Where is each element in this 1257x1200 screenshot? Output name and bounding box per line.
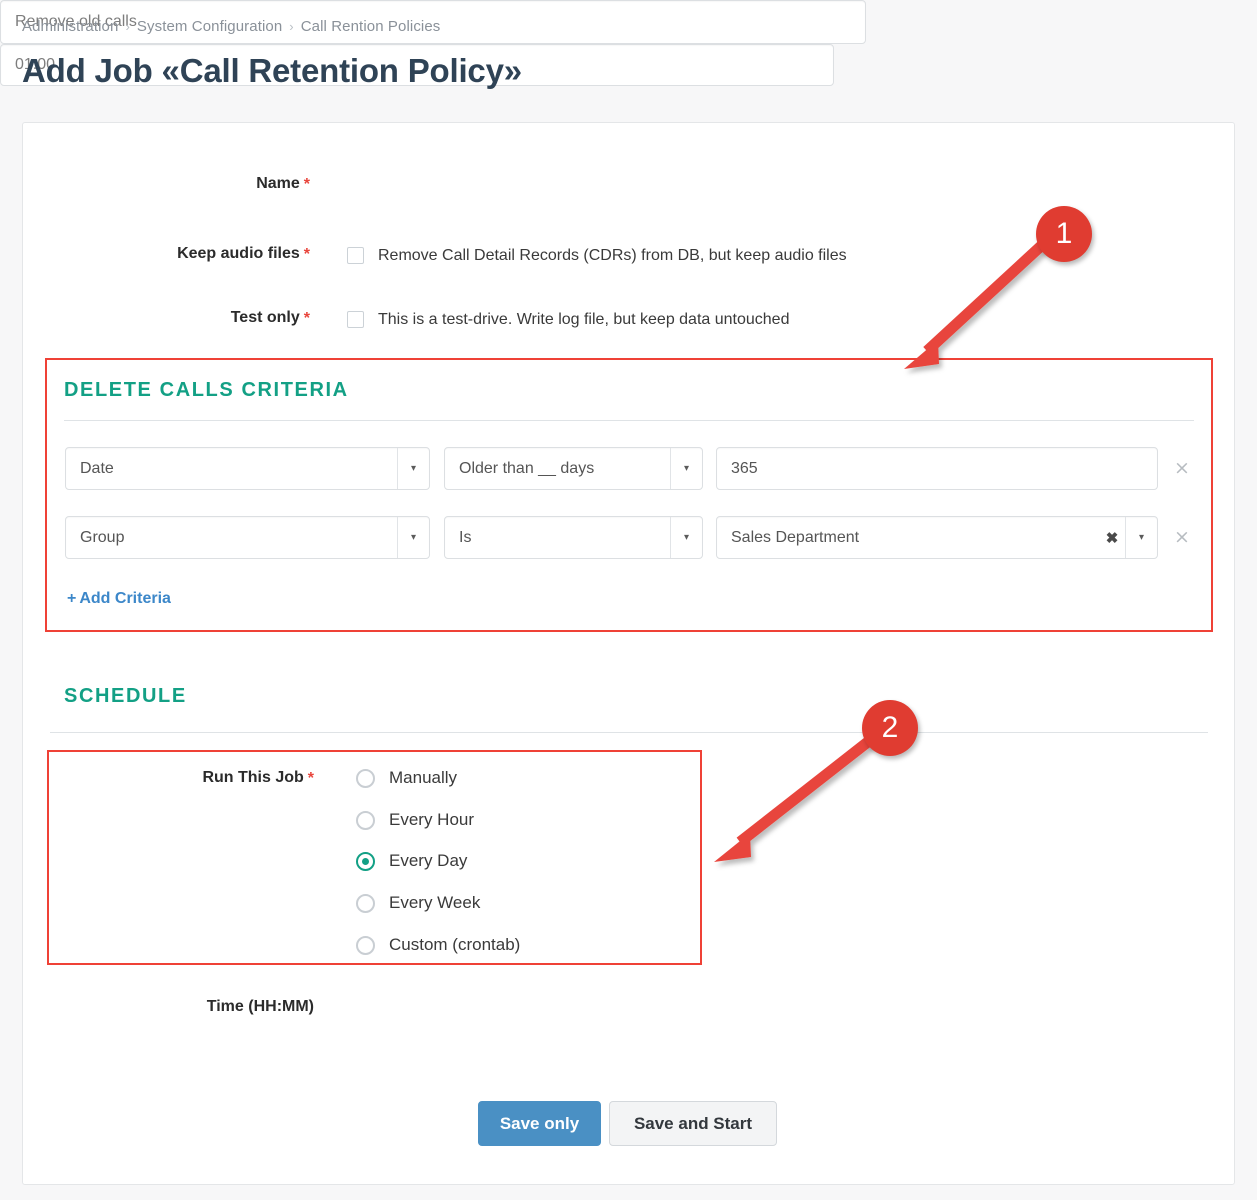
criteria-operator-select-1[interactable]: Is ▾: [444, 516, 703, 559]
save-only-button[interactable]: Save only: [478, 1101, 601, 1146]
test-only-checkbox-label: This is a test-drive. Write log file, bu…: [378, 311, 790, 328]
keep-audio-files-label: Keep audio files: [177, 245, 300, 262]
schedule-heading: SCHEDULE: [64, 685, 187, 707]
criteria-operator-select-0[interactable]: Older than __ days ▾: [444, 447, 703, 490]
page-root: Administration › System Configuration › Call…: [0, 0, 1257, 1200]
chevron-down-icon[interactable]: ▾: [397, 517, 429, 558]
name-required-marker: *: [303, 176, 310, 193]
radio-option-every-week[interactable]: Every Week: [356, 893, 480, 913]
criteria-heading-divider: [64, 420, 1194, 421]
criteria-value-text-1: Sales Department: [731, 528, 860, 546]
test-only-checkbox[interactable]: [347, 311, 364, 328]
criteria-value-input-0[interactable]: 365: [716, 447, 1158, 490]
breadcrumb-item-system-configuration[interactable]: System Configuration: [137, 18, 282, 35]
radio-manually[interactable]: [356, 768, 375, 788]
time-label: Time (HH:MM): [206, 998, 314, 1015]
annotation-callout-2: 2: [862, 700, 918, 756]
breadcrumb: Administration › System Configuration › Call…: [22, 18, 440, 35]
chevron-down-icon[interactable]: ▾: [670, 448, 702, 489]
field-row-time: Time (HH:MM): [60, 999, 314, 1015]
radio-option-custom-crontab[interactable]: Custom (crontab): [356, 935, 520, 955]
chevron-down-icon[interactable]: ▾: [670, 517, 702, 558]
keep-audio-files-required-marker: *: [303, 246, 310, 263]
radio-custom-crontab[interactable]: [356, 935, 375, 955]
annotation-callout-1: 1: [1036, 206, 1092, 262]
radio-label-manually: Manually: [389, 768, 458, 787]
criteria-field-value-1: Group: [80, 528, 125, 546]
name-label: Name: [256, 175, 300, 192]
criteria-remove-button-0[interactable]: ×: [1174, 459, 1190, 478]
criteria-value-text-0: 365: [731, 459, 758, 477]
criteria-field-value-0: Date: [80, 459, 114, 477]
add-criteria-button[interactable]: + Add Criteria: [67, 590, 171, 608]
schedule-heading-divider: [50, 732, 1208, 733]
radio-option-every-hour[interactable]: Every Hour: [356, 810, 474, 830]
save-only-label: Save only: [499, 1113, 580, 1133]
criteria-operator-value-1: Is: [459, 528, 472, 546]
criteria-field-select-0[interactable]: Date ▾: [65, 447, 430, 490]
breadcrumb-separator-icon: ›: [125, 19, 130, 34]
breadcrumb-item-administration[interactable]: Administration: [22, 18, 118, 35]
plus-icon: +: [67, 590, 77, 607]
field-row-name: Name *: [130, 176, 310, 194]
radio-label-every-hour: Every Hour: [389, 810, 475, 829]
breadcrumb-item-call-retention-policies[interactable]: Call Rention Policies: [301, 18, 441, 35]
radio-option-every-day[interactable]: Every Day: [356, 851, 467, 871]
radio-every-week[interactable]: [356, 893, 375, 913]
radio-every-day[interactable]: [356, 851, 375, 871]
chevron-down-icon[interactable]: ▾: [397, 448, 429, 489]
annotation-callout-2-number: 2: [881, 711, 899, 744]
run-this-job-label: Run This Job: [202, 769, 304, 786]
save-and-start-button[interactable]: Save and Start: [609, 1101, 777, 1146]
page-title: Add Job «Call Retention Policy»: [22, 52, 522, 89]
criteria-value-select-1[interactable]: Sales Department ✖ ▾: [716, 516, 1158, 559]
annotation-callout-1-number: 1: [1055, 217, 1073, 250]
chevron-down-icon[interactable]: ▾: [1125, 517, 1157, 558]
criteria-field-select-1[interactable]: Group ▾: [65, 516, 430, 559]
criteria-operator-value-0: Older than __ days: [459, 459, 595, 477]
radio-every-hour[interactable]: [356, 810, 375, 830]
keep-audio-files-checkbox[interactable]: [347, 247, 364, 264]
radio-option-manually[interactable]: Manually: [356, 768, 457, 788]
radio-label-every-day: Every Day: [389, 851, 468, 870]
keep-audio-files-checkbox-row[interactable]: Remove Call Detail Records (CDRs) from D…: [347, 247, 847, 264]
test-only-required-marker: *: [303, 310, 310, 327]
form-card: [22, 122, 1235, 1185]
clear-selection-icon[interactable]: ✖: [1099, 517, 1125, 558]
field-row-run-this-job: Run This Job *: [60, 770, 314, 788]
save-and-start-label: Save and Start: [633, 1113, 753, 1133]
radio-label-custom-crontab: Custom (crontab): [389, 935, 521, 954]
delete-calls-criteria-heading: DELETE CALLS CRITERIA: [64, 379, 349, 401]
field-row-test-only: Test only *: [40, 310, 310, 328]
add-criteria-label: Add Criteria: [79, 590, 171, 607]
criteria-remove-button-1[interactable]: ×: [1174, 528, 1190, 547]
field-row-keep-audio-files: Keep audio files *: [40, 246, 310, 264]
breadcrumb-separator-icon: ›: [289, 19, 294, 34]
test-only-label: Test only: [230, 309, 300, 326]
radio-label-every-week: Every Week: [389, 893, 481, 912]
test-only-checkbox-row[interactable]: This is a test-drive. Write log file, bu…: [347, 311, 789, 328]
run-this-job-required-marker: *: [307, 770, 314, 787]
keep-audio-files-checkbox-label: Remove Call Detail Records (CDRs) from D…: [378, 247, 847, 264]
